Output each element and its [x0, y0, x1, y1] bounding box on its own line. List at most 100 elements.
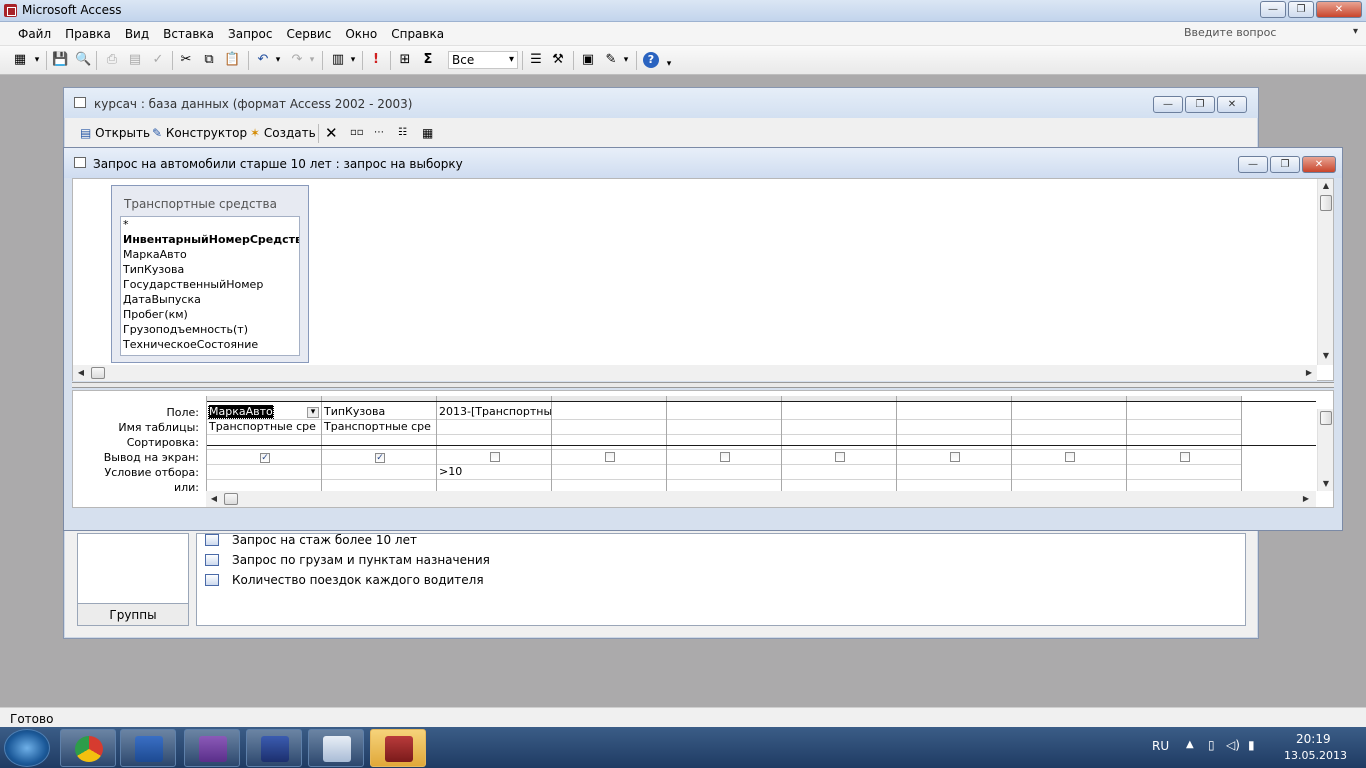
db-close-button[interactable]: ✕	[1217, 96, 1247, 113]
field-list-item[interactable]: ТехническоеСостояние	[121, 337, 299, 352]
paste-icon[interactable]: 📋	[224, 52, 240, 68]
list-icon[interactable]: ☷	[398, 122, 407, 144]
grid-cell-table[interactable]: Транспортные сре	[322, 420, 436, 435]
start-button[interactable]	[4, 729, 50, 767]
grid-cell-sort[interactable]	[782, 435, 896, 450]
menu-item[interactable]: Вставка	[163, 27, 214, 41]
toolbar-options-icon[interactable]: ▾	[664, 56, 674, 72]
show-checkbox-cell[interactable]	[437, 450, 551, 465]
print-preview-icon[interactable]: ▤	[127, 52, 143, 68]
list-item[interactable]: Запрос по грузам и пунктам назначения	[205, 551, 490, 569]
grid-cell-or[interactable]	[667, 480, 781, 491]
field-list-item[interactable]: *	[121, 217, 299, 232]
show-checkbox[interactable]	[1065, 452, 1075, 462]
taskbar-chrome[interactable]	[60, 729, 116, 767]
grid-cell-table[interactable]: Транспортные сре	[207, 420, 321, 435]
grid-cell-field[interactable]	[782, 405, 896, 420]
grid-cell-field[interactable]: ТипКузова	[322, 405, 436, 420]
grid-cell-criteria[interactable]	[322, 465, 436, 480]
grid-cell-criteria[interactable]	[207, 465, 321, 480]
grid-cell-sort[interactable]	[322, 435, 436, 450]
large-icons-icon[interactable]: ▫▫	[350, 122, 364, 144]
scroll-thumb[interactable]	[224, 493, 238, 505]
grid-cell-or[interactable]	[897, 480, 1011, 491]
copy-icon[interactable]: ⧉	[201, 52, 217, 68]
scroll-thumb[interactable]	[91, 367, 105, 379]
build-icon[interactable]: ⚒	[550, 52, 566, 68]
taskbar-word[interactable]	[120, 729, 176, 767]
field-list-item[interactable]: ДатаВыпуска	[121, 292, 299, 307]
show-checkbox[interactable]	[950, 452, 960, 462]
view-dropdown-icon[interactable]: ▾	[32, 52, 42, 68]
grid-cell-criteria[interactable]	[1012, 465, 1126, 480]
grid-cell-sort[interactable]	[667, 435, 781, 450]
design-button[interactable]: ✎ Конструктор	[152, 122, 247, 144]
taskbar-save-app[interactable]	[246, 729, 302, 767]
undo-icon[interactable]: ↶	[255, 52, 271, 68]
grid-cell-table[interactable]	[667, 420, 781, 435]
clock-date[interactable]: 13.05.2013	[1284, 749, 1347, 762]
top-values-select[interactable]: Все	[448, 51, 518, 69]
query-type-dropdown-icon[interactable]: ▾	[348, 52, 358, 68]
show-checkbox[interactable]: ✓	[260, 453, 270, 463]
scroll-thumb[interactable]	[1320, 411, 1332, 425]
details-icon[interactable]: ▦	[422, 122, 433, 144]
grid-cell-sort[interactable]	[437, 435, 551, 450]
close-button[interactable]: ✕	[1316, 1, 1362, 18]
grid-cell-field[interactable]	[1127, 405, 1241, 420]
grid-cell-table[interactable]	[552, 420, 666, 435]
field-list[interactable]: * ИнвентарныйНомерСредства МаркаАвто ТипКуз…	[120, 216, 300, 356]
grid-cell-or[interactable]	[782, 480, 896, 491]
grid-cell-criteria[interactable]	[782, 465, 896, 480]
grid-cell-table[interactable]	[782, 420, 896, 435]
grid-cell-field[interactable]	[552, 405, 666, 420]
restore-button[interactable]: ❐	[1288, 1, 1314, 18]
database-window-icon[interactable]: ▣	[580, 52, 596, 68]
menu-item[interactable]: Запрос	[228, 27, 272, 41]
redo-dropdown-icon[interactable]: ▾	[307, 52, 317, 68]
table-pane-hscroll[interactable]: ◀ ▶	[73, 365, 1317, 381]
show-checkbox[interactable]	[835, 452, 845, 462]
delete-icon[interactable]: ✕	[325, 122, 338, 144]
undo-dropdown-icon[interactable]: ▾	[273, 52, 283, 68]
table-field-list[interactable]: Транспортные средства * ИнвентарныйНомерС…	[111, 185, 309, 363]
clock-time[interactable]: 20:19	[1296, 732, 1331, 746]
grid-cell-field[interactable]	[667, 405, 781, 420]
minimize-button[interactable]: —	[1260, 1, 1286, 18]
list-item[interactable]: Количество поездок каждого водителя	[205, 571, 484, 589]
scroll-left-icon[interactable]: ◀	[208, 494, 220, 503]
speaker-icon[interactable]: ◁)	[1226, 738, 1240, 752]
scroll-down-icon[interactable]: ▼	[1320, 351, 1332, 360]
field-list-item[interactable]: МаркаАвто	[121, 247, 299, 262]
new-object-icon[interactable]: ✎	[603, 52, 619, 68]
grid-cell-table[interactable]	[1127, 420, 1241, 435]
grid-cell-sort[interactable]	[1012, 435, 1126, 450]
grid-cell-field[interactable]	[897, 405, 1011, 420]
show-checkbox-cell[interactable]	[782, 450, 896, 465]
ask-question-input[interactable]: Введите вопрос	[1184, 26, 1362, 42]
show-checkbox-cell[interactable]	[897, 450, 1011, 465]
properties-icon[interactable]: ☰	[528, 52, 544, 68]
menu-item[interactable]: Сервис	[286, 27, 331, 41]
show-checkbox-cell[interactable]	[1012, 450, 1126, 465]
save-icon[interactable]: 💾	[52, 52, 68, 68]
search-file-icon[interactable]: 🔍	[75, 52, 91, 68]
print-icon[interactable]: ⎙	[104, 52, 120, 68]
grid-cell-criteria[interactable]: >10	[437, 465, 551, 480]
taskbar-windows[interactable]	[308, 729, 364, 767]
totals-icon[interactable]: Σ	[420, 52, 436, 68]
new-object-dropdown-icon[interactable]: ▾	[621, 52, 631, 68]
grid-hscroll[interactable]: ◀ ▶	[206, 491, 1316, 507]
view-grid-icon[interactable]: ▦	[12, 52, 28, 68]
scroll-right-icon[interactable]: ▶	[1300, 494, 1312, 503]
grid-cell-sort[interactable]	[207, 435, 321, 450]
spellcheck-icon[interactable]: ✓	[150, 52, 166, 68]
grid-cell-or[interactable]	[437, 480, 551, 491]
grid-cell-criteria[interactable]	[1127, 465, 1241, 480]
scroll-right-icon[interactable]: ▶	[1303, 368, 1315, 377]
query-restore-button[interactable]: ❐	[1270, 156, 1300, 173]
show-table-icon[interactable]: ⊞	[397, 52, 413, 68]
grid-cell-field[interactable]	[1012, 405, 1126, 420]
show-checkbox-cell[interactable]	[552, 450, 666, 465]
db-restore-button[interactable]: ❐	[1185, 96, 1215, 113]
